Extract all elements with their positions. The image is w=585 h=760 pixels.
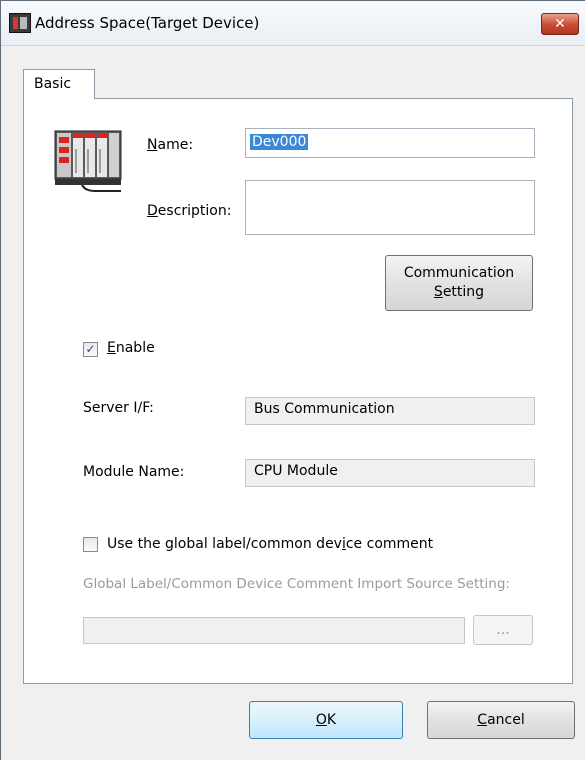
ellipsis-icon: ...	[496, 622, 510, 638]
title-bar[interactable]: Address Space(Target Device) ✕	[1, 1, 585, 46]
module-name-field: CPU Module	[245, 459, 535, 487]
enable-checkbox[interactable]: ✓	[83, 342, 98, 357]
module-name-label: Module Name:	[83, 464, 185, 480]
plc-device-icon	[54, 130, 122, 192]
import-source-label: Global Label/Common Device Comment Impor…	[83, 576, 510, 592]
ok-button[interactable]: OK	[249, 701, 403, 739]
communication-setting-button[interactable]: Communication Setting	[385, 255, 533, 311]
name-value: Dev000	[250, 134, 309, 150]
description-label: Description:	[147, 203, 232, 219]
close-button[interactable]: ✕	[541, 13, 579, 35]
communication-setting-line1: Communication	[403, 265, 515, 281]
tab-basic-label: Basic	[34, 76, 72, 92]
server-if-label: Server I/F:	[83, 400, 154, 416]
cancel-button[interactable]: Cancel	[427, 701, 575, 739]
browse-button: ...	[473, 615, 533, 645]
import-source-field	[83, 617, 465, 644]
module-name-value: CPU Module	[254, 463, 338, 479]
cancel-button-label: Cancel	[477, 712, 525, 728]
global-label-checkbox-label: Use the global label/common device comme…	[107, 536, 434, 552]
dialog-window: Address Space(Target Device) ✕ Basic Nam…	[0, 0, 585, 760]
description-field[interactable]	[245, 180, 535, 235]
server-if-field: Bus Communication	[245, 397, 535, 425]
global-label-checkbox[interactable]	[83, 537, 98, 552]
window-title: Address Space(Target Device)	[35, 14, 260, 32]
communication-setting-line2: Setting	[433, 284, 485, 300]
server-if-value: Bus Communication	[254, 401, 395, 417]
name-label: Name:	[147, 137, 194, 153]
close-icon: ✕	[554, 16, 566, 32]
checkmark-icon: ✓	[85, 342, 96, 356]
enable-label: Enable	[107, 340, 155, 356]
name-field[interactable]: Dev000	[245, 128, 535, 158]
ok-button-label: OK	[315, 712, 337, 728]
tab-basic[interactable]: Basic	[23, 69, 95, 99]
plc-app-icon	[9, 13, 31, 33]
